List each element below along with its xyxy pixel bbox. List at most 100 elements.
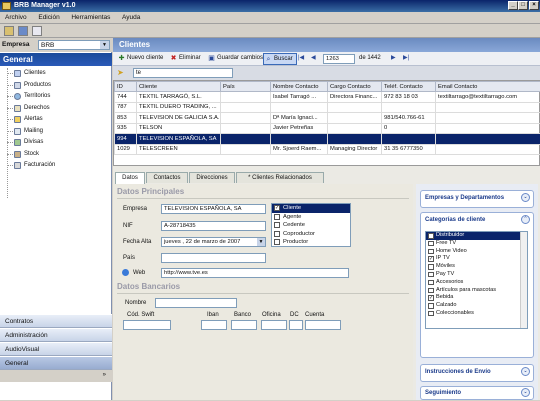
table-row[interactable]: 1029TELESCREENMr. Sjoerd Raem...Managing…	[115, 144, 540, 155]
checkbox[interactable]	[274, 222, 280, 228]
sidebar-item-divisas[interactable]: Divisas	[4, 137, 110, 149]
banco-field[interactable]	[231, 320, 257, 330]
panel-categorias-header[interactable]: Categorías de cliente⌃	[421, 213, 533, 227]
category-item[interactable]: Home Video	[426, 248, 527, 256]
sidebar-item-stock[interactable]: Stock	[4, 149, 110, 161]
sidebar-item-territorios[interactable]: Territorios	[4, 91, 110, 103]
checkbox[interactable]	[428, 303, 434, 309]
bank-name-field[interactable]	[155, 298, 237, 308]
table-row[interactable]: 853TELEVISION DE GALICIA S.A.Dª María Ig…	[115, 113, 540, 124]
section-contratos[interactable]: Contratos	[0, 314, 112, 328]
print-icon[interactable]	[32, 26, 42, 36]
checkbox[interactable]	[428, 311, 434, 317]
sidebar-item-facturacion[interactable]: Facturación	[4, 160, 110, 172]
checkbox[interactable]	[428, 264, 434, 270]
checkbox[interactable]	[428, 288, 434, 294]
tab-datos[interactable]: Datos	[115, 172, 145, 184]
checkbox[interactable]	[274, 239, 280, 245]
first-record-icon[interactable]: |◀	[298, 53, 304, 65]
section-audiovisual[interactable]: AudioVisual	[0, 342, 112, 356]
last-record-icon[interactable]: ▶|	[403, 53, 409, 65]
tab-direcciones[interactable]: Direcciones	[189, 172, 235, 183]
save-icon[interactable]	[18, 26, 28, 36]
col-telef-contacto[interactable]: Teléf. Contacto	[382, 82, 436, 92]
category-item[interactable]: Coleccionables	[426, 310, 527, 318]
section-administracion[interactable]: Administración	[0, 328, 112, 342]
menu-herramientas[interactable]: Herramientas	[66, 12, 115, 23]
sidebar-item-alertas[interactable]: Alertas	[4, 114, 110, 126]
record-number-input[interactable]: 1263	[323, 54, 355, 64]
col-pais[interactable]: País	[221, 82, 271, 92]
fecha-alta-field[interactable]: jueves , 22 de marzo de 2007▼	[161, 237, 266, 247]
checkbox[interactable]	[274, 231, 280, 237]
category-item[interactable]: ✓Distribuidor	[426, 232, 527, 240]
prev-record-icon[interactable]: ◀	[311, 53, 316, 65]
sidebar-item-mailing[interactable]: Mailing	[4, 126, 110, 138]
category-scrollbar[interactable]	[520, 232, 527, 329]
save-changes-button[interactable]: ▣Guardar cambios	[207, 53, 263, 65]
checkbox[interactable]	[428, 280, 434, 286]
panel-seguimiento-header[interactable]: Seguimiento⌄	[421, 387, 533, 401]
checkbox-checked[interactable]: ✓	[428, 256, 434, 262]
menu-ayuda[interactable]: Ayuda	[117, 12, 145, 23]
minimize-button[interactable]: _	[508, 1, 518, 10]
swift-field[interactable]	[123, 320, 171, 330]
checkbox-checked[interactable]: ✓	[428, 295, 434, 301]
expand-chevron-icon[interactable]: ⌄	[521, 388, 530, 397]
nif-field[interactable]: A-28718435	[161, 221, 266, 231]
section-general[interactable]: General	[0, 356, 112, 370]
pais-field[interactable]	[161, 253, 266, 263]
maximize-button[interactable]: □	[518, 1, 528, 10]
expand-chevron-icon[interactable]: ⌄	[521, 367, 530, 376]
category-item[interactable]: Artículos para mascotas	[426, 287, 527, 295]
table-row[interactable]: 787TEXTIL DUERO TRADING, ...	[115, 102, 540, 113]
category-item[interactable]: ✓IP TV	[426, 255, 527, 263]
search-button[interactable]: ⌕Buscar	[263, 53, 297, 65]
menu-edicion[interactable]: Edición	[33, 12, 64, 23]
checkbox[interactable]	[428, 249, 434, 255]
chevron-down-icon[interactable]: ▼	[257, 238, 265, 246]
category-item[interactable]: Móviles	[426, 263, 527, 271]
type-agente[interactable]: Agente	[272, 213, 350, 222]
type-coproductor[interactable]: Coproductor	[272, 230, 350, 239]
col-cliente[interactable]: Cliente	[137, 82, 221, 92]
web-field[interactable]: http://www.tve.es	[161, 268, 349, 278]
open-folder-icon[interactable]	[4, 26, 14, 36]
category-item[interactable]: ✓Bebida	[426, 294, 527, 302]
checkbox[interactable]	[428, 272, 434, 278]
sidebar-item-productos[interactable]: Productos	[4, 80, 110, 92]
new-client-button[interactable]: ✚Nuevo cliente	[117, 53, 163, 65]
type-cliente[interactable]: ✓Cliente	[272, 204, 350, 213]
next-record-icon[interactable]: ▶	[391, 53, 396, 65]
category-item[interactable]: Calzado	[426, 302, 527, 310]
col-nombre-contacto[interactable]: Nombre Contacto	[271, 82, 328, 92]
empresa-combo[interactable]: BRB▼	[38, 40, 110, 50]
checkbox-checked[interactable]: ✓	[274, 205, 280, 211]
expand-chevron-icon[interactable]: ⌄	[521, 193, 530, 202]
chevron-down-icon[interactable]: ▼	[100, 41, 109, 49]
sidebar-item-derechos[interactable]: Derechos	[4, 103, 110, 115]
oficina-field[interactable]	[261, 320, 287, 330]
tab-clientes-relacionados[interactable]: * Clientes Relacionados	[236, 172, 324, 183]
category-item[interactable]: Free TV	[426, 240, 527, 248]
close-button[interactable]: ×	[529, 1, 539, 10]
dc-field[interactable]	[289, 320, 303, 330]
col-id[interactable]: ID	[115, 82, 137, 92]
checkbox[interactable]	[428, 241, 434, 247]
col-email-contacto[interactable]: Email Contacto	[436, 82, 540, 92]
tab-contactos[interactable]: Contactos	[146, 172, 188, 183]
table-row[interactable]: 935TELSONJavier Petreñas0	[115, 123, 540, 134]
table-row[interactable]: 744TEXTIL TARRAGÓ, S.L.Isabel Tarragó ..…	[115, 92, 540, 103]
menu-archivo[interactable]: Archivo	[0, 12, 32, 23]
col-cargo-contacto[interactable]: Cargo Contacto	[328, 82, 382, 92]
checkbox-checked[interactable]: ✓	[428, 233, 434, 239]
panel-empresas-header[interactable]: Empresas y Departamentos⌄	[421, 191, 533, 205]
category-item[interactable]: Accesorios	[426, 279, 527, 287]
cuenta-field[interactable]	[305, 320, 341, 330]
checkbox[interactable]	[274, 214, 280, 220]
filter-input[interactable]: te	[133, 68, 233, 78]
type-cedente[interactable]: Cedente	[272, 221, 350, 230]
type-productor[interactable]: Productor	[272, 238, 350, 247]
iban-field[interactable]	[201, 320, 227, 330]
empresa-field[interactable]: TELEVISION ESPAÑOLA, SA	[161, 204, 266, 214]
